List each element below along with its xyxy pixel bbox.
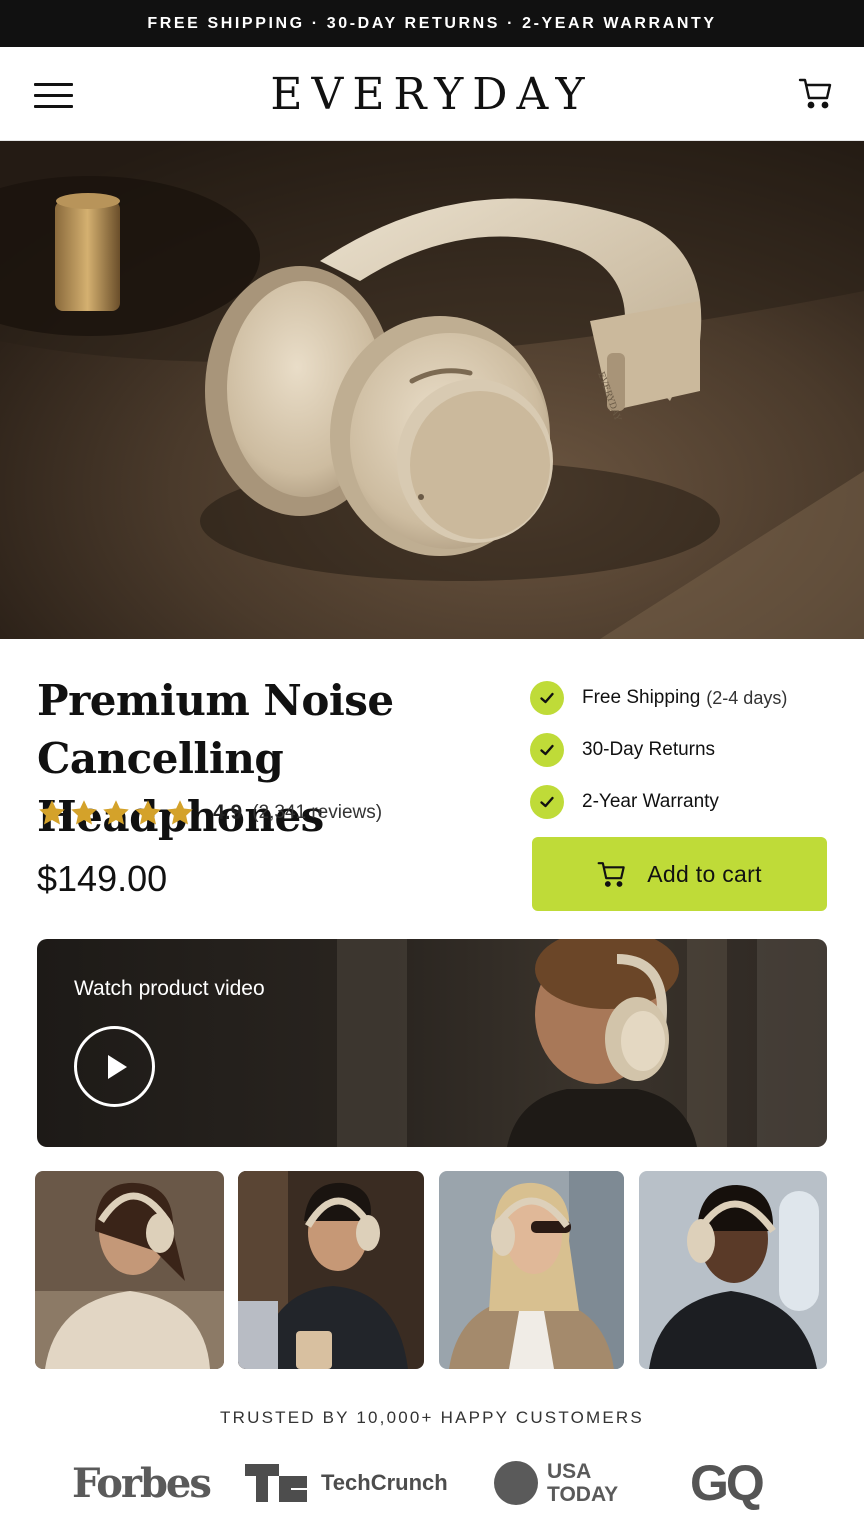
usa-today-logo: USA TODAY [493,1455,637,1511]
review-count[interactable]: (2,341 reviews) [252,802,382,824]
hero-product-image: EVERYDAY [0,141,864,639]
usa-today-word-1: USA [547,1460,592,1483]
gallery-thumbnail[interactable] [35,1171,224,1369]
cart-icon[interactable] [798,75,834,111]
man-with-laptop-photo [238,1171,424,1369]
perk-label: 30-Day Returns [582,739,716,760]
star-icon [39,800,65,825]
play-icon[interactable] [74,1026,155,1107]
star-icon [71,800,97,825]
brand-logo[interactable]: EVERYDAY [0,69,864,120]
techcrunch-logo: TechCrunch [245,1455,448,1511]
gq-logo: GQ [690,1455,765,1511]
add-to-cart-label: Add to cart [647,860,762,887]
gallery-thumbnail[interactable] [639,1171,827,1369]
perk-label: Free Shipping [582,687,701,708]
man-on-train-photo [639,1171,827,1369]
trust-heading: TRUSTED BY 10,000+ HAPPY CUSTOMERS [220,1408,644,1427]
video-label: Watch product video [74,977,265,1000]
forbes-logo: Forbes [72,1459,212,1507]
rating-value: 4.9 [213,801,243,824]
woman-relaxing-photo [35,1171,224,1369]
star-rating [37,798,195,828]
product-video-card[interactable]: Watch product video [37,939,827,1147]
perk-label: 2-Year Warranty [582,791,719,812]
woman-sunglasses-photo [439,1171,624,1369]
techcrunch-text: TechCrunch [321,1470,448,1495]
perk-item: Free Shipping (2-4 days) [530,672,830,724]
perk-item: 30-Day Returns [530,724,830,776]
perk-list: Free Shipping (2-4 days) 30-Day Returns … [530,672,830,828]
product-rating[interactable]: 4.9 (2,341 reviews) [37,796,382,830]
cart-icon [597,862,625,887]
gallery-thumbnail[interactable] [439,1171,624,1369]
announcement-bar: FREE SHIPPING · 30-DAY RETURNS · 2-YEAR … [0,0,864,47]
gallery-thumbnail[interactable] [238,1171,424,1369]
video-thumbnail-image [337,939,827,1147]
check-icon [530,785,564,819]
check-icon [530,733,564,767]
add-to-cart-button[interactable]: Add to cart [532,837,827,911]
site-header: EVERYDAY [0,47,864,141]
star-icon [103,800,129,825]
star-icon [135,800,161,825]
check-icon [530,681,564,715]
perk-item: 2-Year Warranty [530,776,830,828]
star-icon [167,800,193,825]
announcement-text: FREE SHIPPING · 30-DAY RETURNS · 2-YEAR … [147,14,717,32]
usa-today-text: USA TODAY [547,1460,637,1506]
techcrunch-icon [245,1464,307,1502]
usa-today-word-2: TODAY [547,1483,619,1506]
usa-today-circle-icon [494,1461,538,1505]
product-price: $149.00 [37,858,168,899]
perk-detail: (2-4 days) [706,687,788,708]
